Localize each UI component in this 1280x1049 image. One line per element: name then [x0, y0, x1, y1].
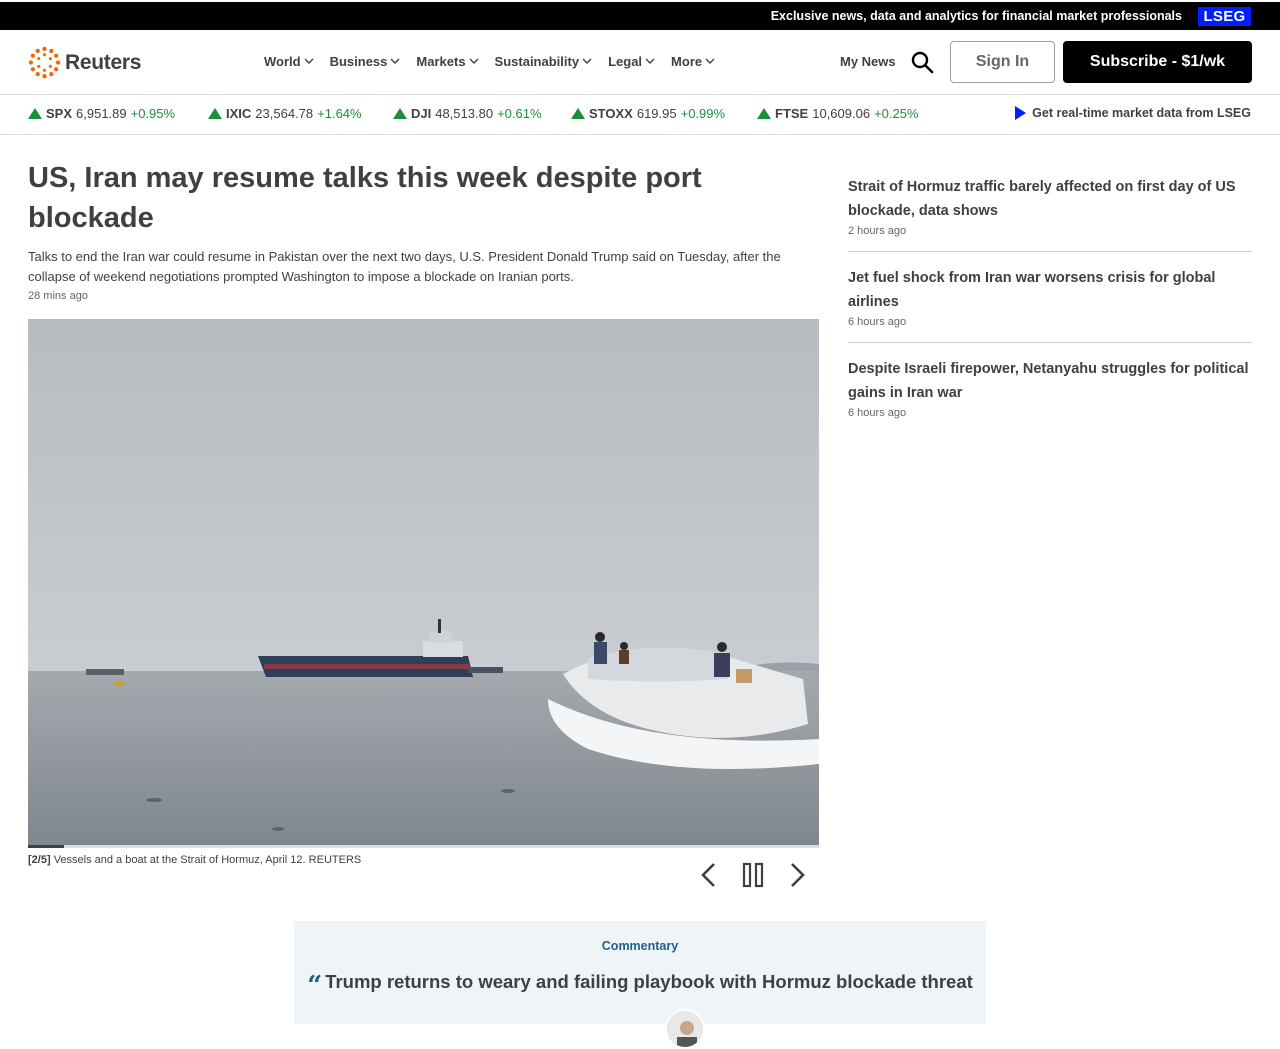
next-slide-icon[interactable]: [783, 861, 811, 889]
ticker-symbol: SPX: [46, 106, 73, 121]
article-headline[interactable]: US, Iran may resume talks this week desp…: [28, 158, 808, 238]
lseg-logo[interactable]: LSEG: [1198, 7, 1251, 26]
story-time: 6 hours ago: [848, 407, 907, 419]
nav-label: Business: [329, 54, 388, 69]
subscribe-button[interactable]: Subscribe - $1/wk: [1063, 41, 1252, 83]
quote-icon: “: [307, 971, 323, 1001]
nav-more[interactable]: More: [671, 54, 715, 69]
site-header: Reuters World Business Markets Sustainab…: [0, 30, 1280, 95]
up-arrow-icon: [571, 108, 585, 119]
nav-label: World: [264, 54, 301, 69]
list-item[interactable]: Strait of Hormuz traffic barely affected…: [848, 175, 1252, 252]
ticker-item[interactable]: IXIC 23,564.78 +1.64%: [208, 106, 362, 121]
ticker-value: 619.95: [636, 106, 677, 121]
gallery-index: [2/5]: [28, 854, 51, 866]
nav-markets[interactable]: Markets: [416, 54, 479, 69]
sign-in-button[interactable]: Sign In: [950, 41, 1055, 83]
promo-text[interactable]: Exclusive news, data and analytics for f…: [771, 9, 1182, 23]
ticker-change: +0.25%: [874, 106, 919, 121]
reuters-logo-icon: [28, 46, 61, 79]
main-nav: World Business Markets Sustainability Le…: [264, 54, 731, 69]
reuters-wordmark: Reuters: [65, 50, 142, 74]
top-promo-bar: Exclusive news, data and analytics for f…: [0, 0, 1280, 30]
gallery-caption: [2/5] Vessels and a boat at the Strait o…: [28, 854, 361, 866]
nav-business[interactable]: Business: [330, 54, 401, 69]
ticker-symbol: STOXX: [589, 106, 633, 121]
my-news-link[interactable]: My News: [840, 54, 896, 69]
reuters-logo[interactable]: Reuters: [28, 46, 141, 79]
list-item[interactable]: Jet fuel shock from Iran war worsens cri…: [848, 266, 1252, 343]
nav-sustainability[interactable]: Sustainability: [495, 54, 593, 69]
story-title[interactable]: Strait of Hormuz traffic barely affected…: [848, 175, 1252, 223]
chevron-down-icon: [645, 58, 655, 64]
author-avatar: [665, 1009, 705, 1049]
ticker-item[interactable]: STOXX 619.95 +0.99%: [571, 106, 725, 121]
commentary-label: Commentary: [601, 939, 679, 953]
commentary-card[interactable]: Commentary “Trump returns to weary and f…: [294, 921, 986, 1049]
story-time: 2 hours ago: [848, 225, 907, 237]
author-photo: [667, 1011, 703, 1047]
ticker-value: 6,951.89: [76, 106, 127, 121]
lseg-market-data-link[interactable]: Get real-time market data from LSEG: [1015, 106, 1251, 120]
ticker-item[interactable]: FTSE 10,609.06 +0.25%: [757, 106, 919, 121]
nav-legal[interactable]: Legal: [608, 54, 655, 69]
ticker-change: +0.99%: [680, 106, 726, 121]
ticker-item[interactable]: SPX 6,951.89 +0.95%: [28, 106, 175, 121]
story-title[interactable]: Jet fuel shock from Iran war worsens cri…: [848, 266, 1252, 314]
pause-icon[interactable]: [739, 861, 767, 889]
up-arrow-icon: [393, 108, 407, 119]
nav-label: More: [671, 54, 703, 69]
nav-world[interactable]: World: [264, 54, 314, 69]
article-timestamp: 28 mins ago: [28, 290, 88, 302]
ticker-value: 48,513.80: [435, 106, 494, 121]
lseg-link-label: Get real-time market data from LSEG: [1032, 106, 1251, 120]
caption-text: Vessels and a boat at the Strait of Horm…: [53, 854, 362, 866]
up-arrow-icon: [757, 108, 771, 119]
ticker-change: +0.61%: [497, 106, 542, 121]
ticker-change: +0.95%: [130, 106, 176, 121]
gallery-progress-bar: [28, 845, 819, 848]
list-item[interactable]: Despite Israeli firepower, Netanyahu str…: [848, 357, 1252, 433]
nav-label: Markets: [416, 54, 466, 69]
ticker-item[interactable]: DJI 48,513.80 +0.61%: [393, 106, 542, 121]
ticker-value: 10,609.06: [812, 106, 871, 121]
previous-slide-icon[interactable]: [695, 861, 723, 889]
sea-vessels-image: [28, 319, 819, 848]
progress-fill: [28, 845, 65, 848]
commentary-title[interactable]: “Trump returns to weary and failing play…: [294, 971, 986, 1001]
ticker-symbol: DJI: [411, 106, 432, 121]
nav-label: Sustainability: [494, 54, 580, 69]
search-icon[interactable]: [910, 50, 934, 74]
ticker-value: 23,564.78: [255, 106, 314, 121]
story-time: 6 hours ago: [848, 316, 907, 328]
ticker-symbol: FTSE: [775, 106, 809, 121]
up-arrow-icon: [208, 108, 222, 119]
market-ticker: SPX 6,951.89 +0.95% IXIC 23,564.78 +1.64…: [0, 95, 1280, 135]
nav-label: Legal: [608, 54, 643, 69]
gallery-photo[interactable]: [28, 319, 819, 848]
story-title[interactable]: Despite Israeli firepower, Netanyahu str…: [848, 357, 1252, 405]
chevron-down-icon: [469, 58, 479, 64]
ticker-change: +1.64%: [317, 106, 362, 121]
up-arrow-icon: [28, 108, 42, 119]
related-stories: Strait of Hormuz traffic barely affected…: [848, 175, 1252, 447]
ticker-symbol: IXIC: [226, 106, 252, 121]
commentary-title-text: Trump returns to weary and failing playb…: [325, 971, 973, 992]
article-summary: Talks to end the Iran war could resume i…: [28, 249, 781, 284]
chevron-down-icon: [390, 58, 400, 64]
chevron-down-icon: [705, 58, 715, 64]
chevron-down-icon: [582, 58, 592, 64]
chevron-down-icon: [304, 58, 314, 64]
play-icon: [1015, 106, 1027, 120]
